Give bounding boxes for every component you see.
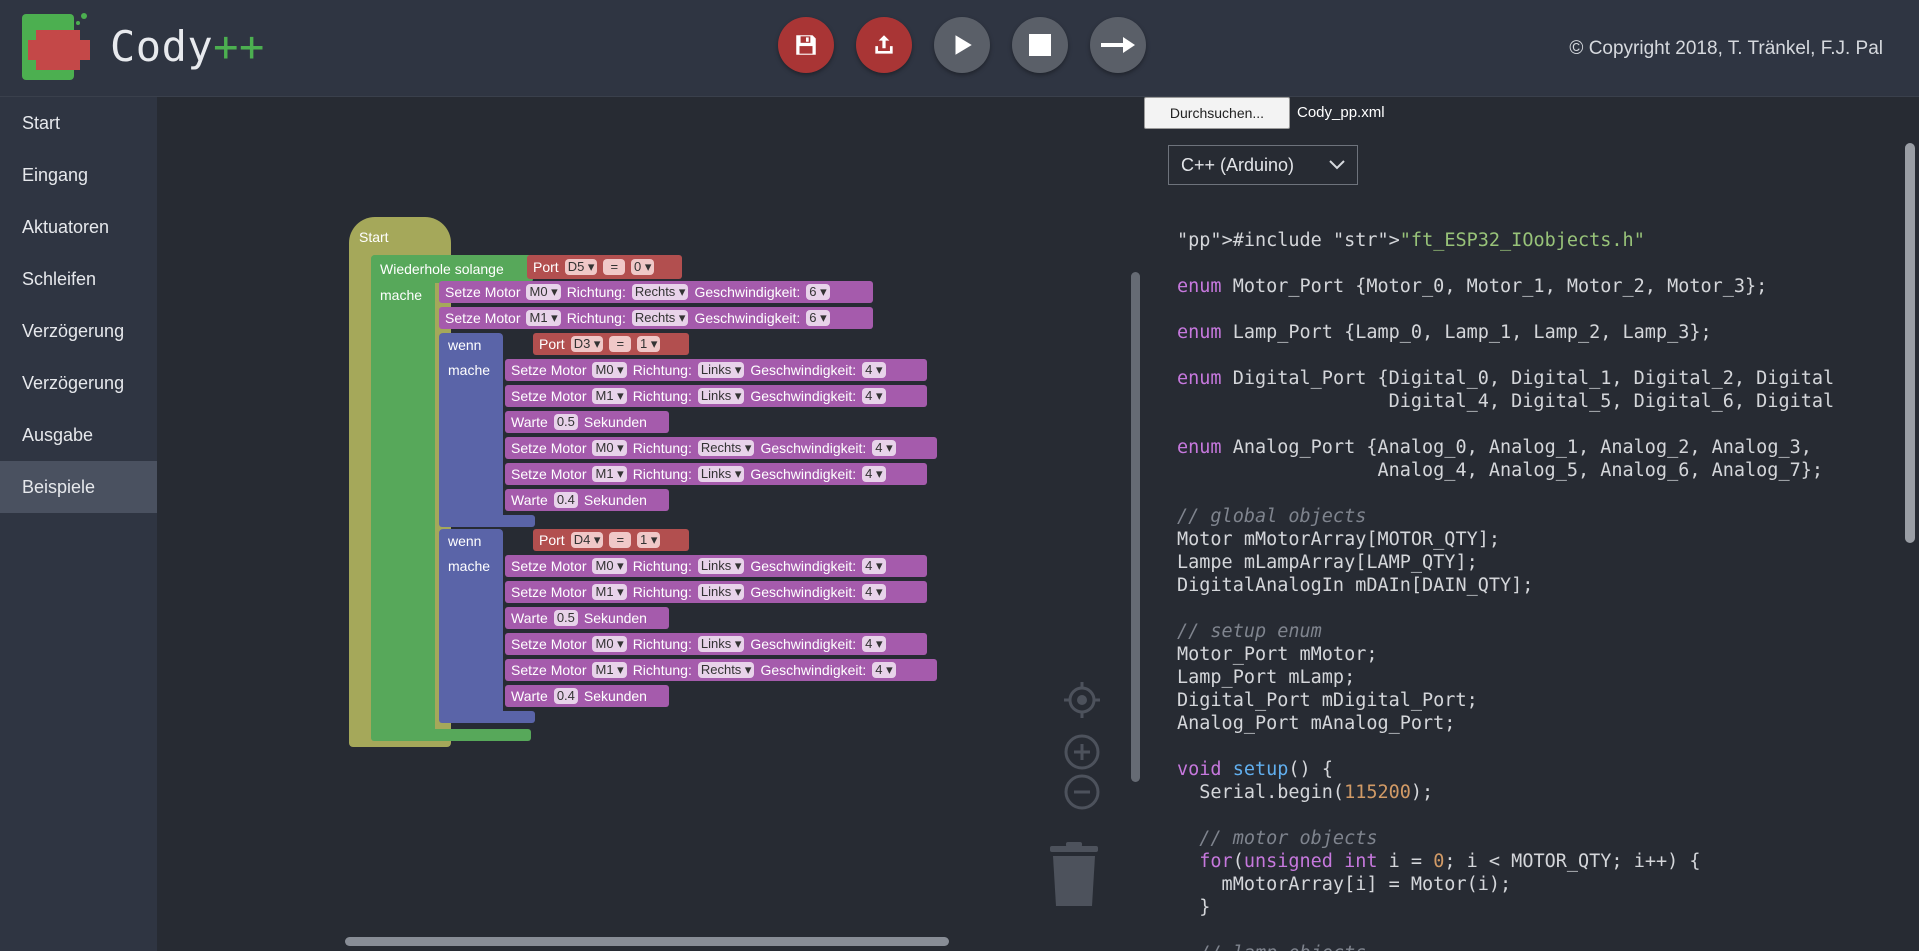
- code-line: }: [1177, 897, 1211, 918]
- browse-file-button[interactable]: Durchsuchen...: [1144, 97, 1290, 129]
- cody-logo: [22, 12, 92, 82]
- save-icon: [796, 35, 816, 55]
- generated-code: "pp">#include "str">"ft_ESP32_IOobjects.…: [1177, 229, 1834, 951]
- category-sidebar: Start Eingang Aktuatoren Schleifen Verzö…: [0, 97, 157, 951]
- port-label: Port: [533, 259, 559, 275]
- wait-block[interactable]: Warte 0.5 Sekunden: [505, 411, 669, 433]
- language-select[interactable]: C++ (Arduino): [1168, 145, 1358, 185]
- code-line: enum Lamp_Port {Lamp_0, Lamp_1, Lamp_2, …: [1177, 322, 1712, 343]
- chevron-down-icon: [1329, 160, 1345, 170]
- sidebar-item-start[interactable]: Start: [0, 97, 157, 149]
- set-motor-block[interactable]: Setze Motor M1 ▾ Richtung: Rechts ▾ Geschw…: [505, 659, 937, 681]
- code-line: mMotorArray[i] = Motor(i);: [1177, 874, 1512, 895]
- file-name-label: Cody_pp.xml: [1297, 104, 1385, 121]
- save-button[interactable]: [778, 17, 834, 73]
- code-line: Analog_Port mAnalog_Port;: [1177, 713, 1456, 734]
- code-line: enum Motor_Port {Motor_0, Motor_1, Motor…: [1177, 276, 1768, 297]
- while-label: Wiederhole solange: [380, 261, 504, 277]
- stop-button[interactable]: [1012, 17, 1068, 73]
- wait-block[interactable]: Warte 0.5 Sekunden: [505, 607, 669, 629]
- set-motor-block[interactable]: Setze Motor M1 ▾ Richtung: Rechts ▾ Geschw…: [439, 307, 873, 329]
- workspace-horizontal-scrollbar[interactable]: [345, 937, 949, 946]
- sidebar-item-eingang[interactable]: Eingang: [0, 149, 157, 201]
- code-line: // motor objects: [1177, 828, 1378, 849]
- wait-block[interactable]: Warte 0.4 Sekunden: [505, 685, 669, 707]
- play-icon: [955, 35, 972, 55]
- compare-op[interactable]: =: [603, 259, 626, 275]
- while-condition-block[interactable]: Port D5 ▾ = 0 ▾: [527, 255, 682, 279]
- step-button[interactable]: [1090, 17, 1146, 73]
- sidebar-item-beispiele[interactable]: Beispiele: [0, 461, 157, 513]
- upload-button[interactable]: [856, 17, 912, 73]
- sidebar-item-ausgabe[interactable]: Ausgabe: [0, 409, 157, 461]
- workspace-vertical-scrollbar[interactable]: [1131, 272, 1140, 782]
- code-line: Digital_4, Digital_5, Digital_6, Digital: [1177, 391, 1835, 412]
- upload-icon: [875, 35, 893, 54]
- port-dropdown[interactable]: D5 ▾: [564, 259, 598, 275]
- if-condition-block[interactable]: Port D3 ▾ = 1 ▾: [533, 333, 689, 355]
- stop-icon: [1029, 34, 1051, 56]
- sidebar-item-schleifen[interactable]: Schleifen: [0, 253, 157, 305]
- arrow-right-icon: [1101, 37, 1135, 53]
- code-vertical-scrollbar[interactable]: [1905, 143, 1915, 543]
- code-line: enum Digital_Port {Digital_0, Digital_1,…: [1177, 368, 1835, 389]
- set-motor-block[interactable]: Setze Motor M1 ▾ Richtung: Links ▾ Geschwi…: [505, 581, 927, 603]
- start-label: Start: [359, 229, 389, 245]
- set-motor-block[interactable]: Setze Motor M1 ▾ Richtung: Links ▾ Geschwi…: [505, 385, 927, 407]
- if-condition-block[interactable]: Port D4 ▾ = 1 ▾: [533, 529, 689, 551]
- code-line: Motor mMotorArray[MOTOR_QTY];: [1177, 529, 1501, 550]
- code-panel: Durchsuchen... Cody_pp.xml C++ (Arduino)…: [1140, 97, 1919, 951]
- wait-block[interactable]: Warte 0.4 Sekunden: [505, 489, 669, 511]
- sidebar-item-verzoegerung-2[interactable]: Verzögerung: [0, 357, 157, 409]
- app-title: Cody++: [110, 22, 265, 71]
- while-do-label: mache: [380, 287, 423, 303]
- app-header: Cody++ © Copyright 2018, T. Tränkel, F.J…: [0, 0, 1919, 97]
- code-line: // lamp objects: [1177, 942, 1834, 951]
- code-line: void setup() {: [1177, 759, 1333, 780]
- play-button[interactable]: [934, 17, 990, 73]
- copyright-text: © Copyright 2018, T. Tränkel, F.J. Pal: [1569, 38, 1883, 59]
- trash-icon[interactable]: [1047, 842, 1101, 908]
- code-line: // setup enum: [1177, 621, 1322, 642]
- value-dropdown[interactable]: 0 ▾: [631, 259, 655, 275]
- code-line: // global objects: [1177, 506, 1367, 527]
- code-line: Motor_Port mMotor;: [1177, 644, 1378, 665]
- set-motor-block[interactable]: Setze Motor M0 ▾ Richtung: Links ▾ Geschwi…: [505, 359, 927, 381]
- set-motor-block[interactable]: Setze Motor M1 ▾ Richtung: Links ▾ Geschwi…: [505, 463, 927, 485]
- set-motor-block[interactable]: Setze Motor M0 ▾ Richtung: Rechts ▾ Geschw…: [505, 437, 937, 459]
- set-motor-block[interactable]: Setze Motor M0 ▾ Richtung: Links ▾ Geschwi…: [505, 555, 927, 577]
- code-line: enum Analog_Port {Analog_0, Analog_1, An…: [1177, 437, 1812, 458]
- set-motor-block[interactable]: Setze Motor M0 ▾ Richtung: Links ▾ Geschwi…: [505, 633, 927, 655]
- sidebar-item-aktuatoren[interactable]: Aktuatoren: [0, 201, 157, 253]
- code-line: "pp">#include "str">"ft_ESP32_IOobjects.…: [1177, 230, 1645, 251]
- blockly-workspace[interactable]: Start Wiederhole solange mache Port D5 ▾…: [157, 97, 1140, 951]
- set-motor-block[interactable]: Setze Motor M0 ▾ Richtung: Rechts ▾ Geschw…: [439, 281, 873, 303]
- code-line: DigitalAnalogIn mDAIn[DAIN_QTY];: [1177, 575, 1534, 596]
- recenter-icon[interactable]: [1062, 680, 1102, 720]
- code-line: Lampe mLampArray[LAMP_QTY];: [1177, 552, 1478, 573]
- code-line: for(unsigned int i = 0; i < MOTOR_QTY; i…: [1199, 851, 1701, 872]
- code-line: Analog_4, Analog_5, Analog_6, Analog_7};: [1177, 460, 1824, 481]
- zoom-out-icon[interactable]: [1063, 773, 1101, 811]
- code-line: Lamp_Port mLamp;: [1177, 667, 1356, 688]
- code-line: Serial.begin(115200);: [1177, 782, 1434, 803]
- code-line: Digital_Port mDigital_Port;: [1177, 690, 1478, 711]
- zoom-in-icon[interactable]: [1063, 733, 1101, 771]
- sidebar-item-verzoegerung-1[interactable]: Verzögerung: [0, 305, 157, 357]
